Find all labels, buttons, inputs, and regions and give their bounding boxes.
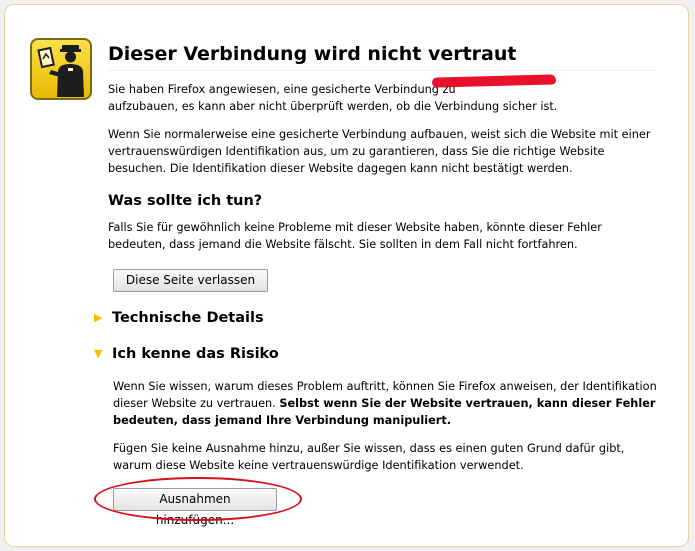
leave-page-button[interactable]: Diese Seite verlassen <box>113 269 268 292</box>
add-exception-button[interactable]: Ausnahmen hinzufügen... <box>113 488 277 527</box>
untrusted-connection-officer-icon <box>30 38 92 100</box>
explanation-text: Wenn Sie normalerweise eine gesicherte V… <box>108 128 651 175</box>
intro-text-before: Sie haben Firefox angewiesen, eine gesic… <box>108 83 460 96</box>
risk-text: Wenn Sie wissen, warum dieses Problem au… <box>113 378 661 429</box>
understand-risks-toggle[interactable]: ▼ Ich kenne das Risiko <box>94 343 279 365</box>
page-title: Dieser Verbindung wird nicht vertraut <box>108 40 656 71</box>
triangle-down-icon: ▼ <box>94 347 103 360</box>
understand-risks-content: Wenn Sie wissen, warum dieses Problem au… <box>113 378 661 474</box>
error-content: Dieser Verbindung wird nicht vertraut Si… <box>108 40 656 253</box>
understand-risks-label: Ich kenne das Risiko <box>112 346 279 362</box>
intro-text: Sie haben Firefox angewiesen, eine gesic… <box>108 81 656 115</box>
intro-text-after: aufzubauen, es kann aber nicht überprüft… <box>108 100 558 113</box>
what-to-do-heading: Was sollte ich tun? <box>108 193 263 209</box>
what-to-do-text: Falls Sie für gewöhnlich keine Probleme … <box>108 221 602 251</box>
technical-details-toggle[interactable]: ▶ Technische Details <box>94 307 264 329</box>
triangle-right-icon: ▶ <box>94 311 103 324</box>
technical-details-label: Technische Details <box>112 310 264 326</box>
risk-text-2: Fügen Sie keine Ausnahme hinzu, außer Si… <box>113 442 625 472</box>
